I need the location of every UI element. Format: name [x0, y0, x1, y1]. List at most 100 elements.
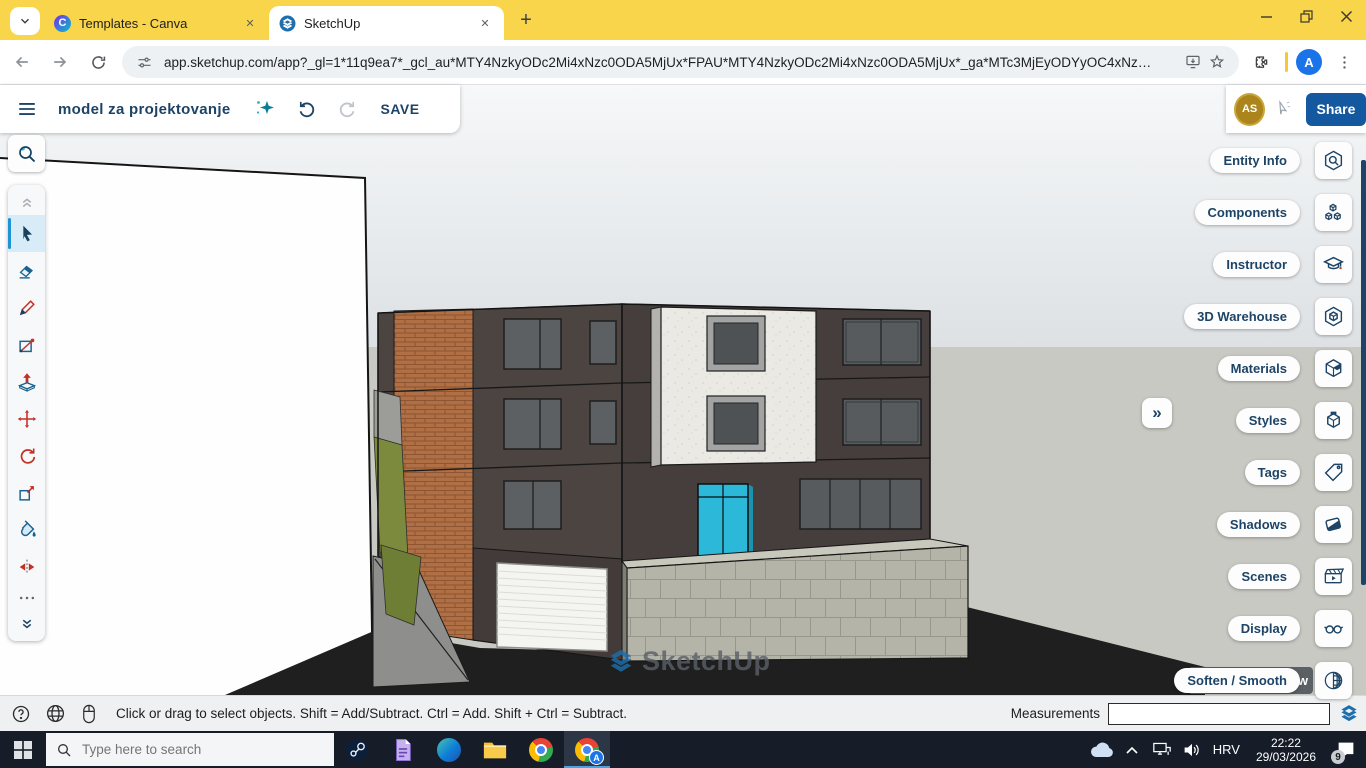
taskbar-search[interactable] [46, 733, 334, 766]
panel-scrollbar[interactable] [1361, 160, 1366, 585]
status-bar: Click or drag to select objects. Shift =… [0, 695, 1366, 731]
share-button[interactable]: Share [1306, 93, 1366, 126]
panel-scenes[interactable]: Scenes [1228, 558, 1352, 595]
move-tool[interactable] [8, 400, 45, 437]
browser-tab-canva[interactable]: C Templates - Canva ✕ [44, 6, 269, 40]
url-text[interactable]: app.sketchup.com/app?_gl=1*11q9ea7*_gcl_… [164, 55, 1173, 70]
extensions-icon[interactable] [1245, 46, 1277, 78]
minimize-button[interactable] [1246, 0, 1286, 32]
url-bar[interactable]: app.sketchup.com/app?_gl=1*11q9ea7*_gcl_… [122, 46, 1239, 78]
flip-tool[interactable] [8, 548, 45, 585]
tab-search-button[interactable] [10, 7, 40, 35]
select-tool[interactable] [8, 215, 45, 252]
back-button[interactable] [6, 46, 38, 78]
globe-icon[interactable] [42, 701, 68, 727]
panel-label: Styles [1236, 408, 1300, 433]
close-window-button[interactable] [1326, 0, 1366, 32]
materials-icon[interactable] [1315, 350, 1352, 387]
pencil-tool[interactable] [8, 289, 45, 326]
paint-bucket-tool[interactable] [8, 511, 45, 548]
panel-soften-smooth[interactable]: Soften / Smooth [1174, 662, 1352, 699]
edge-icon[interactable] [426, 731, 472, 768]
install-app-icon[interactable] [1181, 50, 1205, 74]
expand-panels-button[interactable]: » [1142, 398, 1172, 428]
user-avatar[interactable]: AS [1234, 93, 1265, 126]
app-toolbar: model za projektovanje SAVE [0, 85, 460, 133]
volume-icon[interactable] [1177, 731, 1207, 768]
tool-palette [8, 185, 45, 641]
browser-profile-avatar[interactable]: A [1296, 49, 1322, 75]
panel-instructor[interactable]: Instructor [1213, 246, 1352, 283]
zoom-tool-button[interactable] [8, 135, 45, 172]
help-icon[interactable] [8, 701, 34, 727]
undo-icon[interactable] [290, 92, 324, 126]
collaborator-cursor-icon [1273, 98, 1294, 120]
panel-display[interactable]: Display [1228, 610, 1352, 647]
panel-materials[interactable]: Materials [1218, 350, 1352, 387]
main-menu-icon[interactable] [10, 92, 44, 126]
more-tools-button[interactable] [8, 585, 45, 611]
clock-time: 22:22 [1271, 736, 1301, 750]
instructor-icon[interactable] [1315, 246, 1352, 283]
panel-shadows[interactable]: Shadows [1217, 506, 1352, 543]
clock-date: 29/03/2026 [1256, 750, 1316, 764]
watermark-text: SketchUp [642, 646, 771, 677]
entity-info-icon[interactable] [1315, 142, 1352, 179]
bookmark-star-icon[interactable] [1205, 50, 1229, 74]
modeling-canvas[interactable]: SketchUp model za projektovanje SAVE AS … [0, 85, 1366, 695]
panel-tags[interactable]: Tags [1245, 454, 1352, 491]
components-icon[interactable] [1315, 194, 1352, 231]
redo-icon[interactable] [330, 92, 364, 126]
scale-tool[interactable] [8, 474, 45, 511]
mouse-icon [76, 701, 102, 727]
panel-label: Shadows [1217, 512, 1300, 537]
shadows-icon[interactable] [1315, 506, 1352, 543]
eraser-tool[interactable] [8, 252, 45, 289]
steam-icon[interactable] [334, 731, 380, 768]
start-button[interactable] [0, 731, 46, 768]
soften-smooth-icon[interactable] [1315, 662, 1352, 699]
panel-components[interactable]: Components [1195, 194, 1352, 231]
chrome-icon[interactable] [518, 731, 564, 768]
document-app-icon[interactable] [380, 731, 426, 768]
browser-tab-sketchup[interactable]: SketchUp ✕ [269, 6, 504, 40]
tray-chevron-icon[interactable] [1117, 731, 1147, 768]
new-tab-button[interactable]: + [512, 6, 540, 34]
scenes-icon[interactable] [1315, 558, 1352, 595]
taskbar-clock[interactable]: 22:22 29/03/2026 [1256, 736, 1316, 764]
file-explorer-icon[interactable] [472, 731, 518, 768]
sketchup-watermark: SketchUp [606, 646, 771, 677]
measurements-input[interactable] [1108, 703, 1330, 725]
status-hint: Click or drag to select objects. Shift =… [116, 706, 627, 721]
reload-button[interactable] [82, 46, 114, 78]
language-indicator[interactable]: HRV [1213, 742, 1240, 757]
styles-icon[interactable] [1315, 402, 1352, 439]
save-button[interactable]: SAVE [380, 101, 419, 117]
forward-button[interactable] [44, 46, 76, 78]
rotate-tool[interactable] [8, 437, 45, 474]
window-controls [1246, 0, 1366, 40]
palette-scroll-up-button[interactable] [8, 189, 45, 215]
panel-3d-warehouse[interactable]: 3D Warehouse [1184, 298, 1352, 335]
onedrive-cloud-icon[interactable] [1087, 731, 1117, 768]
browser-menu-icon[interactable] [1328, 46, 1360, 78]
tags-icon[interactable] [1315, 454, 1352, 491]
tab-close-icon[interactable]: ✕ [241, 14, 259, 32]
panel-entity-info[interactable]: Entity Info [1210, 142, 1352, 179]
panel-label: Entity Info [1210, 148, 1300, 173]
display-icon[interactable] [1315, 610, 1352, 647]
chrome-profile-icon[interactable]: A [564, 731, 610, 768]
taskbar-search-input[interactable] [80, 741, 304, 758]
network-icon[interactable] [1147, 731, 1177, 768]
push-pull-tool[interactable] [8, 363, 45, 400]
palette-scroll-down-button[interactable] [8, 611, 45, 637]
model-title[interactable]: model za projektovanje [58, 101, 230, 118]
restore-button[interactable] [1286, 0, 1326, 32]
notification-center-icon[interactable]: 9 [1326, 731, 1366, 768]
site-settings-icon[interactable] [132, 50, 156, 74]
3d-warehouse-icon[interactable] [1315, 298, 1352, 335]
shapes-tool[interactable] [8, 326, 45, 363]
ai-sparkle-icon[interactable] [248, 92, 282, 126]
tab-close-icon[interactable]: ✕ [476, 14, 494, 32]
panel-styles[interactable]: Styles [1236, 402, 1352, 439]
